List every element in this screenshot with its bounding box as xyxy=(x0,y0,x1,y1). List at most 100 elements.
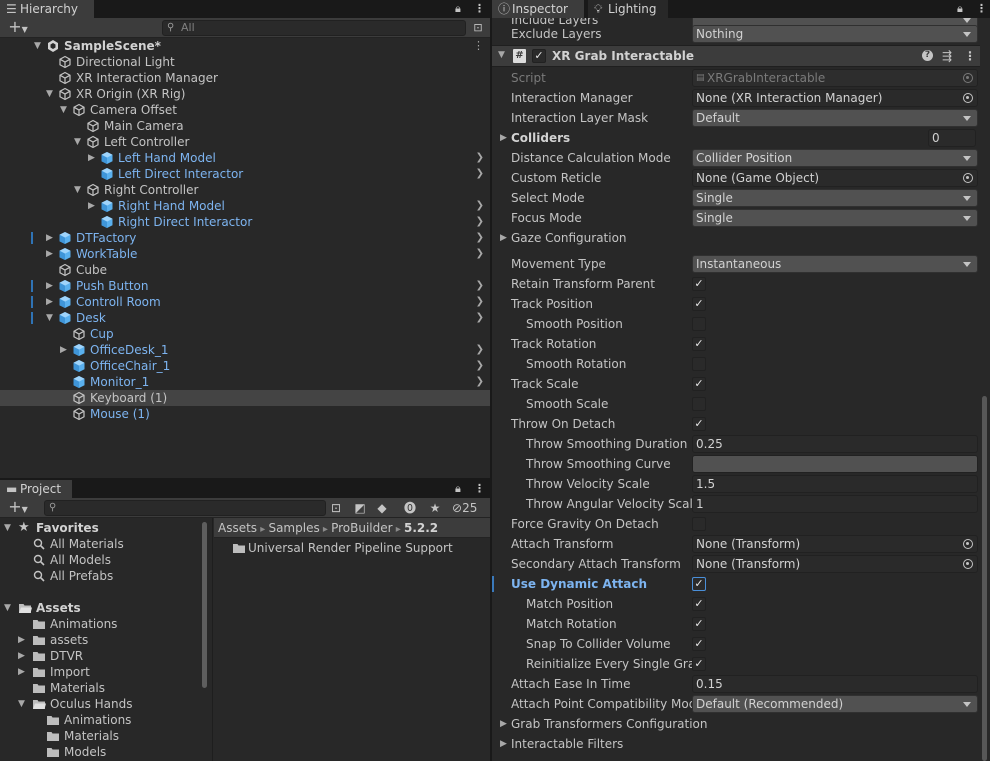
lock-icon[interactable]: 🔒︎ xyxy=(455,0,461,18)
project-tree-item-assets[interactable]: ▼ Assets xyxy=(0,600,212,616)
hierarchy-search-input[interactable]: ⚲ All xyxy=(162,20,466,36)
expand-arrow-right-icon[interactable]: ▶ xyxy=(18,648,28,664)
more-options-icon[interactable]: ⋮ xyxy=(473,38,484,54)
interaction-layer-mask-dropdown[interactable]: Default xyxy=(692,109,978,127)
hierarchy-row-xr-interaction-manager[interactable]: XR Interaction Manager xyxy=(0,70,490,86)
component-more-icon[interactable]: ⋮ xyxy=(964,46,976,66)
attach-point-compatibility-mode-dropdown[interactable]: Default (Recommended) xyxy=(692,695,978,713)
preset-sliders-icon[interactable]: ⇶ xyxy=(942,46,952,66)
throw-smoothing-curve-curve-field[interactable] xyxy=(692,455,978,473)
expand-arrow-down-icon[interactable]: ▼ xyxy=(46,310,56,326)
project-tree-item-animations[interactable]: Animations xyxy=(0,616,212,632)
project-tree-item-materials[interactable]: Materials xyxy=(0,728,212,744)
expand-arrow-right-icon[interactable]: ▶ xyxy=(46,230,56,246)
hierarchy-row-officechair-1[interactable]: OfficeChair_1 ❯ xyxy=(0,358,490,374)
smooth-position-checkbox[interactable] xyxy=(692,317,706,331)
chevron-right-icon[interactable]: ❯ xyxy=(476,246,484,262)
focus-mode-dropdown[interactable]: Single xyxy=(692,209,978,227)
track-position-checkbox[interactable]: ✓ xyxy=(692,297,706,311)
project-tree-item-animations[interactable]: Animations xyxy=(0,712,212,728)
more-options-icon[interactable]: ⋮ xyxy=(474,0,485,18)
asset-item-universal-render-pipeline-support[interactable]: Universal Render Pipeline Support xyxy=(214,540,490,556)
hierarchy-row-left-controller[interactable]: ▼ Left Controller xyxy=(0,134,490,150)
hierarchy-row-right-direct-interactor[interactable]: Right Direct Interactor ❯ xyxy=(0,214,490,230)
project-tree-item-all-models[interactable]: All Models xyxy=(0,552,212,568)
hierarchy-row-mouse-1[interactable]: Mouse (1) xyxy=(0,406,490,422)
expand-arrow-right-icon[interactable]: ▶ xyxy=(88,198,98,214)
custom-reticle-object-field[interactable]: None (Game Object) xyxy=(692,169,978,187)
match-rotation-checkbox[interactable]: ✓ xyxy=(692,617,706,631)
scene-search-icon[interactable]: ⊡ xyxy=(470,19,486,37)
expand-arrow-right-icon[interactable]: ▶ xyxy=(46,246,56,262)
chevron-right-icon[interactable]: ❯ xyxy=(476,294,484,310)
attach-ease-in-time-input[interactable]: 0.15 xyxy=(692,675,978,693)
project-tree-item-models[interactable]: Models xyxy=(0,744,212,760)
distance-calculation-mode-dropdown[interactable]: Collider Position xyxy=(692,149,978,167)
project-tree-item-dtvr[interactable]: ▶ DTVR xyxy=(0,648,212,664)
expand-arrow-right-icon[interactable]: ▶ xyxy=(18,632,28,648)
fold-arrow-right-icon[interactable]: ▶ xyxy=(500,128,507,148)
expand-arrow-down-icon[interactable]: ▼ xyxy=(34,38,44,54)
fold-arrow-right-icon[interactable]: ▶ xyxy=(500,228,507,248)
expand-arrow-down-icon[interactable]: ▼ xyxy=(4,600,14,616)
inspector-scrollbar[interactable] xyxy=(982,396,987,761)
force-gravity-on-detach-checkbox[interactable] xyxy=(692,517,706,531)
hierarchy-row-dtfactory[interactable]: ▶ DTFactory ❯ xyxy=(0,230,490,246)
throw-velocity-scale-input[interactable]: 1.5 xyxy=(692,475,978,493)
more-options-icon[interactable]: ⋮ xyxy=(976,0,987,18)
select-mode-dropdown[interactable]: Single xyxy=(692,189,978,207)
throw-angular-velocity-scale-input[interactable]: 1 xyxy=(692,495,978,513)
object-picker-icon[interactable] xyxy=(963,173,973,183)
project-tree-item-all-prefabs[interactable]: All Prefabs xyxy=(0,568,212,584)
hierarchy-row-main-camera[interactable]: Main Camera xyxy=(0,118,490,134)
snap-to-collider-volume-checkbox[interactable]: ✓ xyxy=(692,637,706,651)
project-tree-item-all-materials[interactable]: All Materials xyxy=(0,536,212,552)
lock-icon[interactable]: 🔒︎ xyxy=(957,0,963,18)
hierarchy-row-samplescene[interactable]: ▼ SampleScene* ⋮ xyxy=(0,38,490,54)
project-tree-item-materials[interactable]: Materials xyxy=(0,680,212,696)
secondary-attach-transform-object-field[interactable]: None (Transform) xyxy=(692,555,978,573)
chevron-right-icon[interactable]: ❯ xyxy=(476,150,484,166)
match-position-checkbox[interactable]: ✓ xyxy=(692,597,706,611)
project-search-input[interactable]: ⚲ xyxy=(44,500,326,516)
hierarchy-row-directional-light[interactable]: Directional Light xyxy=(0,54,490,70)
expand-arrow-right-icon[interactable]: ▶ xyxy=(88,150,98,166)
hierarchy-row-xr-origin-xr-rig[interactable]: ▼ XR Origin (XR Rig) xyxy=(0,86,490,102)
hierarchy-row-cup[interactable]: Cup xyxy=(0,326,490,342)
search-by-type-icon[interactable]: ⊡ xyxy=(328,499,344,517)
expand-arrow-down-icon[interactable]: ▼ xyxy=(74,182,84,198)
hierarchy-row-worktable[interactable]: ▶ WorkTable ❯ xyxy=(0,246,490,262)
project-tree-item-assets[interactable]: ▶ assets xyxy=(0,632,212,648)
project-tree-scrollbar[interactable] xyxy=(202,522,207,688)
colliders-size-field[interactable]: 0 xyxy=(928,129,976,147)
movement-type-dropdown[interactable]: Instantaneous xyxy=(692,255,978,273)
expand-arrow-right-icon[interactable]: ▶ xyxy=(60,342,70,358)
fold-arrow-down-icon[interactable]: ▼ xyxy=(498,50,505,60)
project-tree-item-oculus-hands[interactable]: ▼ Oculus Hands xyxy=(0,696,212,712)
smooth-rotation-checkbox[interactable] xyxy=(692,357,706,371)
breadcrumb-item-5-2-2[interactable]: 5.2.2 xyxy=(404,521,438,535)
label-icon[interactable]: ◆ xyxy=(374,499,390,517)
chevron-right-icon[interactable]: ❯ xyxy=(476,166,484,182)
hierarchy-row-officedesk-1[interactable]: ▶ OfficeDesk_1 ❯ xyxy=(0,342,490,358)
favorite-star-icon[interactable]: ★ xyxy=(426,499,444,517)
component-enabled-checkbox[interactable]: ✓ xyxy=(532,49,546,63)
object-picker-icon[interactable] xyxy=(963,539,973,549)
hierarchy-row-keyboard-1[interactable]: Keyboard (1) xyxy=(0,390,490,406)
fold-arrow-right-icon[interactable]: ▶ xyxy=(500,714,507,734)
tab-hierarchy[interactable]: ☰ Hierarchy xyxy=(0,0,94,18)
throw-on-detach-checkbox[interactable]: ✓ xyxy=(692,417,706,431)
breadcrumb-item-assets[interactable]: Assets xyxy=(218,521,257,535)
hierarchy-row-desk[interactable]: ▼ Desk ❯ xyxy=(0,310,490,326)
expand-arrow-down-icon[interactable]: ▼ xyxy=(60,102,70,118)
warning-icon[interactable]: ⓿ xyxy=(400,499,420,517)
project-tree-item-import[interactable]: ▶ Import xyxy=(0,664,212,680)
lock-icon[interactable]: 🔒︎ xyxy=(455,480,461,498)
breadcrumb-item-probuilder[interactable]: ProBuilder xyxy=(331,521,392,535)
track-scale-checkbox[interactable]: ✓ xyxy=(692,377,706,391)
chevron-right-icon[interactable]: ❯ xyxy=(476,230,484,246)
hierarchy-row-monitor-1[interactable]: Monitor_1 ❯ xyxy=(0,374,490,390)
expand-arrow-right-icon[interactable]: ▶ xyxy=(46,278,56,294)
throw-smoothing-duration-input[interactable]: 0.25 xyxy=(692,435,978,453)
chevron-right-icon[interactable]: ❯ xyxy=(476,198,484,214)
